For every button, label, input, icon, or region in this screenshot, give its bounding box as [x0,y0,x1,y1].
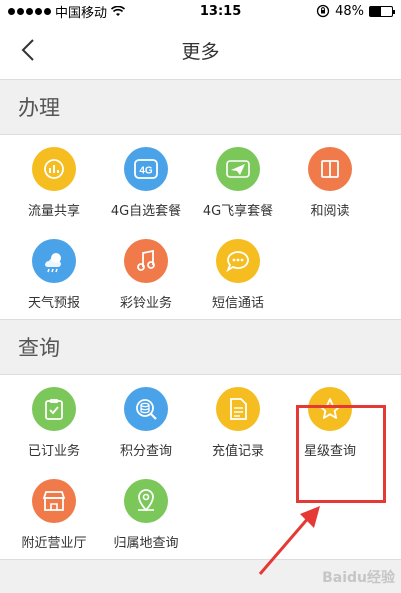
signal-strength-icon [8,7,51,15]
message-icon [216,239,260,283]
handle-service-item-label: 4G飞享套餐 [202,204,274,219]
store-icon [32,479,76,523]
handle-service-item[interactable]: 天气预报 [8,227,100,319]
document-icon [216,387,260,431]
handle-service-item[interactable]: 短信通话 [192,227,284,319]
section-title-handle: 办理 [0,80,401,135]
query-service-item[interactable]: 积分查询 [100,375,192,467]
wifi-icon [111,5,126,16]
handle-service-item[interactable]: 4G飞享套餐 [192,135,284,227]
navigation-bar: 更多 [0,22,401,80]
query-service-item-label: 归属地查询 [113,536,179,551]
handle-service-item-label: 4G自选套餐 [110,204,182,219]
query-service-item[interactable]: 充值记录 [192,375,284,467]
book-icon [308,147,352,191]
query-service-item[interactable]: 星级查询 [284,375,376,467]
query-service-item-label: 充值记录 [211,444,264,459]
handle-service-item[interactable]: 流量共享 [8,135,100,227]
query-services-grid: 已订业务 积分查询 充值记录 星级查询附近营业厅 归属地查询 [0,375,401,560]
4g-icon: 4G [124,147,168,191]
query-service-item[interactable]: 已订业务 [8,375,100,467]
music-note-icon [124,239,168,283]
back-button[interactable] [14,34,42,66]
handle-service-item-label: 短信通话 [211,296,264,311]
section-title-query: 查询 [0,320,401,375]
carrier-name: 中国移动 [55,5,108,21]
watermark: Baidu经验 [322,570,395,586]
battery-percentage: 48% [335,3,364,19]
data-share-icon [32,147,76,191]
handle-services-grid: 流量共享 4G 4G自选套餐 4G飞享套餐 和阅读天气预报 彩铃业务 短信通话 [0,135,401,320]
handle-service-item-label: 彩铃业务 [119,296,172,311]
battery-icon [369,5,395,17]
paper-plane-icon [216,147,260,191]
query-service-item-label: 积分查询 [119,444,172,459]
query-service-item[interactable]: 归属地查询 [100,467,192,559]
handle-service-item[interactable]: 4G 4G自选套餐 [100,135,192,227]
handle-service-item[interactable]: 和阅读 [284,135,376,227]
handle-service-item-label: 和阅读 [310,204,350,219]
handle-service-item-label: 流量共享 [27,204,80,219]
location-pin-icon [124,479,168,523]
weather-icon [32,239,76,283]
handle-service-item-label: 天气预报 [27,296,80,311]
clock: 13:15 [199,3,242,19]
chevron-left-icon [21,39,34,61]
rotation-lock-icon [316,4,330,18]
star-icon [308,387,352,431]
query-service-item[interactable]: 附近营业厅 [8,467,100,559]
query-service-item-label: 已订业务 [27,444,80,459]
page-title: 更多 [181,41,220,63]
svg-text:4G: 4G [139,166,153,177]
query-service-item-label: 附近营业厅 [21,536,87,551]
status-bar: 中国移动 13:15 48% [0,0,401,22]
clipboard-check-icon [32,387,76,431]
handle-service-item[interactable]: 彩铃业务 [100,227,192,319]
query-service-item-label: 星级查询 [303,444,356,459]
coins-search-icon [124,387,168,431]
